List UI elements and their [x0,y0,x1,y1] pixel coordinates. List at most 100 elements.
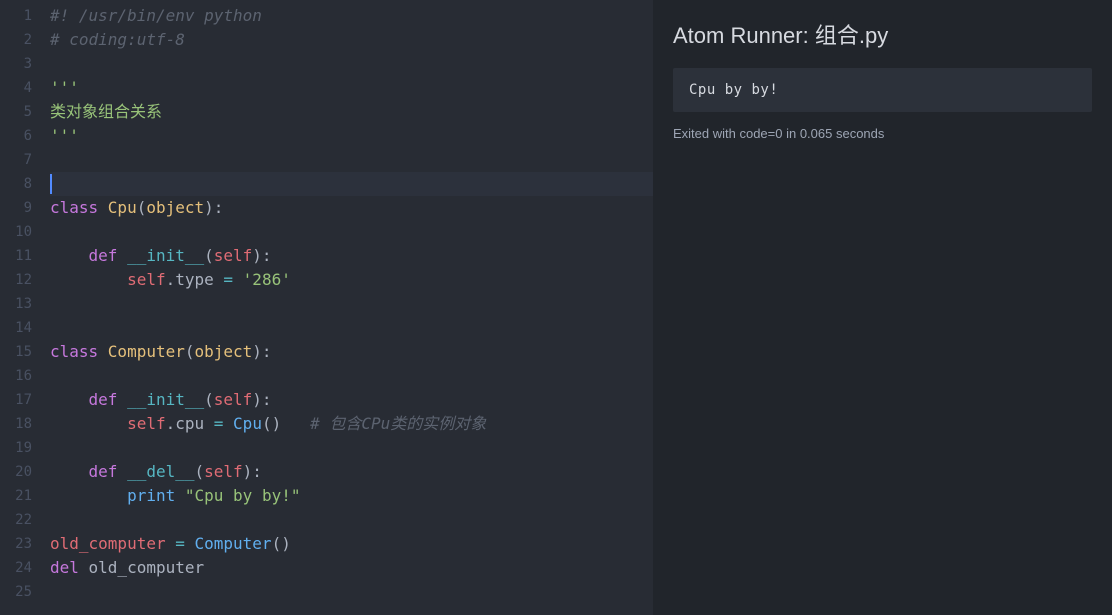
code-line[interactable]: print "Cpu by by!" [50,484,653,508]
line-number: 13 [0,292,32,316]
code-token: self [204,462,243,481]
editor-pane[interactable]: 1234567891011121314151617181920212223242… [0,0,653,615]
line-number: 24 [0,556,32,580]
code-line[interactable]: class Computer(object): [50,340,653,364]
code-line[interactable]: ''' [50,124,653,148]
code-token: = [166,534,195,553]
line-number: 11 [0,244,32,268]
line-number: 3 [0,52,32,76]
code-line[interactable] [50,316,653,340]
line-number: 14 [0,316,32,340]
line-number: 2 [0,28,32,52]
code-token: ( [195,462,205,481]
line-number: 1 [0,4,32,28]
code-token: ): [252,390,271,409]
code-token: class [50,198,108,217]
code-token: ( [204,390,214,409]
code-token: ( [204,246,214,265]
code-token: # 包含CPu类的实例对象 [310,414,486,433]
code-token: () [262,414,281,433]
code-area[interactable]: #! /usr/bin/env python # coding:utf-8 ''' 类… [40,0,653,615]
code-line[interactable] [50,436,653,460]
code-token: . [166,270,176,289]
text-cursor [50,174,52,194]
code-line[interactable]: 类对象组合关系 [50,100,653,124]
code-line[interactable] [50,52,653,76]
code-token: __del__ [127,462,194,481]
code-token: self [127,270,166,289]
code-token [50,414,127,433]
code-line[interactable] [50,220,653,244]
line-number: 23 [0,532,32,556]
code-token: Computer [195,534,272,553]
code-token [50,390,89,409]
code-token: ): [243,462,262,481]
line-number: 9 [0,196,32,220]
line-number: 12 [0,268,32,292]
code-token: class [50,342,108,361]
line-number: 8 [0,172,32,196]
code-line[interactable]: self.type = '286' [50,268,653,292]
line-number: 4 [0,76,32,100]
code-line[interactable]: del old_computer [50,556,653,580]
line-number: 20 [0,460,32,484]
code-token: ( [137,198,147,217]
line-number: 17 [0,388,32,412]
code-token: ): [204,198,223,217]
line-number: 22 [0,508,32,532]
code-line[interactable]: self.cpu = Cpu() # 包含CPu类的实例对象 [50,412,653,436]
code-line[interactable] [50,172,653,196]
code-token: self [214,390,253,409]
code-token: Cpu [108,198,137,217]
runner-pane: Atom Runner: 组合.py Cpu by by! Exited wit… [653,0,1112,615]
line-number: 5 [0,100,32,124]
code-token: old_computer [89,558,205,577]
code-token: __init__ [127,246,204,265]
code-token [50,270,127,289]
code-line[interactable] [50,508,653,532]
code-token [50,486,127,505]
line-number: 16 [0,364,32,388]
code-line[interactable]: # coding:utf-8 [50,28,653,52]
code-token: ): [252,246,271,265]
code-line[interactable]: def __init__(self): [50,388,653,412]
code-token: '286' [243,270,291,289]
code-token: def [89,462,128,481]
code-token: del [50,558,89,577]
code-token: object [146,198,204,217]
code-token: # coding:utf-8 [50,30,185,49]
code-line[interactable] [50,148,653,172]
code-token: ''' [50,126,79,145]
code-token: . [166,414,176,433]
app-root: 1234567891011121314151617181920212223242… [0,0,1112,615]
code-token: ''' [50,78,79,97]
code-line[interactable]: old_computer = Computer() [50,532,653,556]
code-token: old_computer [50,534,166,553]
code-line[interactable]: def __del__(self): [50,460,653,484]
line-number-gutter: 1234567891011121314151617181920212223242… [0,0,40,615]
code-token: Cpu [233,414,262,433]
code-token: def [89,390,128,409]
code-line[interactable]: ''' [50,76,653,100]
code-token: object [195,342,253,361]
code-token: def [89,246,128,265]
code-line[interactable]: #! /usr/bin/env python [50,4,653,28]
code-token [50,246,89,265]
code-token [50,462,89,481]
line-number: 18 [0,412,32,436]
code-line[interactable] [50,292,653,316]
code-line[interactable]: class Cpu(object): [50,196,653,220]
code-token: self [214,246,253,265]
line-number: 10 [0,220,32,244]
code-line[interactable] [50,364,653,388]
line-number: 19 [0,436,32,460]
code-line[interactable] [50,580,653,604]
code-token [281,414,310,433]
code-token: = [214,270,243,289]
line-number: 6 [0,124,32,148]
code-token: ): [252,342,271,361]
line-number: 25 [0,580,32,604]
code-token: __init__ [127,390,204,409]
runner-status: Exited with code=0 in 0.065 seconds [673,126,1092,141]
code-line[interactable]: def __init__(self): [50,244,653,268]
